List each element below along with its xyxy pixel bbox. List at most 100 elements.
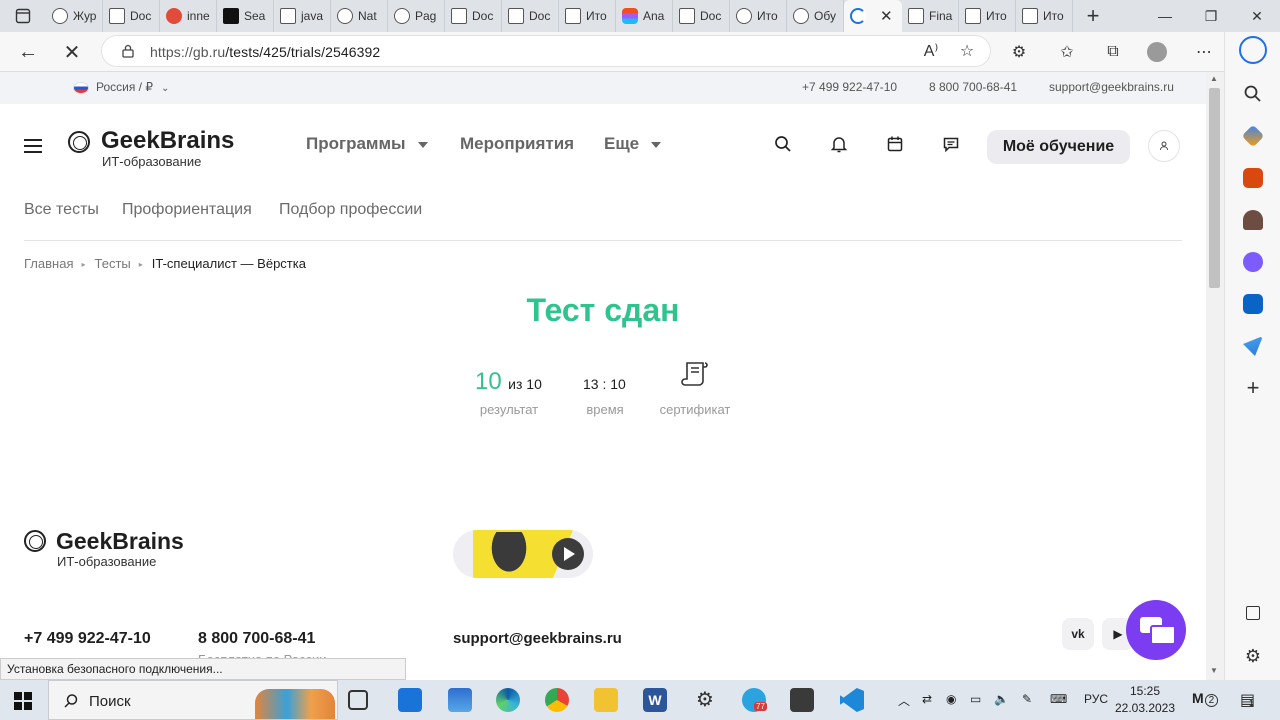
- scroll-up-icon[interactable]: ▲: [1210, 74, 1218, 83]
- input-language[interactable]: РУС: [1084, 692, 1108, 706]
- scroll-down-icon[interactable]: ▼: [1210, 666, 1218, 675]
- burger-menu-icon[interactable]: [24, 139, 42, 153]
- footer-phone-1[interactable]: +7 499 922-47-10: [24, 630, 151, 648]
- close-window-button[interactable]: ✕: [1234, 0, 1280, 32]
- chat-support-button[interactable]: [1126, 600, 1186, 660]
- browser-tab[interactable]: Doc: [103, 0, 160, 32]
- word-icon[interactable]: W: [643, 688, 667, 712]
- taskbar-search[interactable]: Поиск: [48, 680, 338, 720]
- minimize-button[interactable]: —: [1142, 0, 1188, 32]
- pen-icon[interactable]: ✎: [1022, 692, 1032, 706]
- add-favorite-icon[interactable]: ☆: [956, 40, 978, 62]
- taskbar-clock[interactable]: 15:25 22.03.2023: [1110, 683, 1180, 717]
- browser-tab[interactable]: inne: [160, 0, 217, 32]
- my-learning-button[interactable]: Моё обучение: [987, 130, 1130, 164]
- top-phone-2[interactable]: 8 800 700-68-41: [929, 80, 1017, 94]
- browser-tab[interactable]: Doc: [445, 0, 502, 32]
- bell-icon[interactable]: [830, 135, 848, 153]
- collections-icon[interactable]: ⧉: [1102, 41, 1124, 63]
- browser-tab[interactable]: Ито: [1016, 0, 1073, 32]
- more-menu-icon[interactable]: ⋯: [1193, 41, 1215, 63]
- browser-tab[interactable]: Обу: [787, 0, 844, 32]
- favorites-icon[interactable]: ✩: [1056, 41, 1078, 63]
- windows-start-icon[interactable]: [14, 692, 32, 710]
- search-icon[interactable]: [774, 135, 792, 153]
- bing-chat-icon[interactable]: [1239, 36, 1267, 64]
- subnav-all-tests[interactable]: Все тесты: [24, 201, 99, 219]
- read-aloud-icon[interactable]: A⁾: [920, 40, 942, 62]
- menu-events[interactable]: Мероприятия: [460, 134, 574, 154]
- vscode-icon[interactable]: [840, 688, 864, 712]
- scrollbar-thumb[interactable]: [1209, 88, 1220, 288]
- url-field[interactable]: https://gb.ru/tests/425/trials/2546392 A…: [102, 36, 990, 66]
- browser-tab[interactable]: Doc: [502, 0, 559, 32]
- subnav-career-guidance[interactable]: Профориентация: [122, 201, 252, 219]
- outlook-icon[interactable]: [1243, 294, 1263, 314]
- menu-more[interactable]: Еще: [604, 134, 662, 154]
- page-scrollbar[interactable]: ▲ ▼: [1206, 72, 1224, 680]
- workspaces-icon[interactable]: [0, 0, 46, 32]
- browser-tab[interactable]: Ито: [730, 0, 787, 32]
- browser-tab[interactable]: Doc: [673, 0, 730, 32]
- volume-icon[interactable]: 🔈: [994, 692, 1009, 706]
- promo-video-card[interactable]: [453, 530, 593, 578]
- settings-icon[interactable]: ⚙: [693, 688, 717, 712]
- footer-phone-2[interactable]: 8 800 700-68-41: [198, 630, 315, 648]
- close-tab-icon[interactable]: ✕: [880, 7, 893, 25]
- breadcrumb-home[interactable]: Главная: [24, 256, 73, 271]
- back-button[interactable]: ←: [14, 38, 42, 66]
- calendar-icon[interactable]: [886, 135, 904, 153]
- footer-email[interactable]: support@geekbrains.ru: [453, 630, 622, 647]
- search-icon[interactable]: [1243, 84, 1263, 104]
- chrome-icon[interactable]: [545, 688, 569, 712]
- menu-programs[interactable]: Программы: [306, 134, 428, 154]
- messages-icon[interactable]: [942, 135, 960, 153]
- user-avatar[interactable]: [1148, 130, 1180, 162]
- add-sidebar-app-icon[interactable]: +: [1243, 377, 1263, 399]
- browser-tab[interactable]: Жур: [46, 0, 103, 32]
- restore-button[interactable]: ❐: [1188, 0, 1234, 32]
- top-phone-1[interactable]: +7 499 922-47-10: [802, 80, 897, 94]
- telegram-icon[interactable]: 77: [742, 688, 767, 712]
- browser-tab[interactable]: Ито: [559, 0, 616, 32]
- tools-icon[interactable]: [1243, 168, 1263, 188]
- profile-icon[interactable]: [1146, 41, 1168, 63]
- stop-loading-button[interactable]: ✕: [58, 38, 86, 66]
- edge-icon[interactable]: [496, 688, 520, 712]
- region-selector[interactable]: Россия / ₽ ⌄: [96, 80, 169, 94]
- keyboard-icon[interactable]: ⌨: [1050, 692, 1067, 706]
- meet-icon[interactable]: ◉: [946, 692, 956, 706]
- games-icon[interactable]: [1243, 210, 1263, 230]
- mail-icon[interactable]: [398, 688, 422, 712]
- vk-icon[interactable]: vk: [1062, 618, 1094, 650]
- sidebar-settings-icon[interactable]: ⚙: [1243, 646, 1263, 666]
- extensions-icon[interactable]: ⚙: [1008, 41, 1030, 63]
- new-tab-button[interactable]: +: [1073, 3, 1113, 29]
- browser-tab[interactable]: Nat: [331, 0, 388, 32]
- office-icon[interactable]: [1243, 252, 1263, 272]
- browser-tab[interactable]: Ито: [959, 0, 1016, 32]
- app-icon[interactable]: [790, 688, 814, 712]
- play-icon[interactable]: [552, 538, 584, 570]
- subnav-profession-match[interactable]: Подбор профессии: [279, 201, 422, 219]
- photos-icon[interactable]: [448, 688, 472, 712]
- hide-sidebar-icon[interactable]: [1246, 606, 1260, 620]
- browser-tab[interactable]: Pag: [388, 0, 445, 32]
- breadcrumb-tests[interactable]: Тесты: [95, 256, 131, 271]
- battery-icon[interactable]: ▭: [970, 692, 981, 706]
- browser-tab[interactable]: ✕: [844, 0, 902, 32]
- certificate-label[interactable]: сертификат: [650, 402, 740, 417]
- send-icon[interactable]: [1243, 336, 1263, 356]
- notifications-icon[interactable]: ▤ 1: [1240, 690, 1255, 710]
- show-hidden-icons[interactable]: ︿: [898, 692, 910, 709]
- file-explorer-icon[interactable]: [594, 688, 618, 712]
- network-sync-icon[interactable]: ⇄: [922, 692, 932, 706]
- browser-tab[interactable]: java: [274, 0, 331, 32]
- shopping-icon[interactable]: [1241, 124, 1265, 148]
- task-view-icon[interactable]: [348, 690, 368, 710]
- browser-tab[interactable]: Ana: [616, 0, 673, 32]
- lock-icon[interactable]: [122, 44, 134, 58]
- gmail-icon[interactable]: M2: [1192, 690, 1219, 707]
- browser-tab[interactable]: Sea: [217, 0, 274, 32]
- top-email[interactable]: support@geekbrains.ru: [1049, 80, 1174, 94]
